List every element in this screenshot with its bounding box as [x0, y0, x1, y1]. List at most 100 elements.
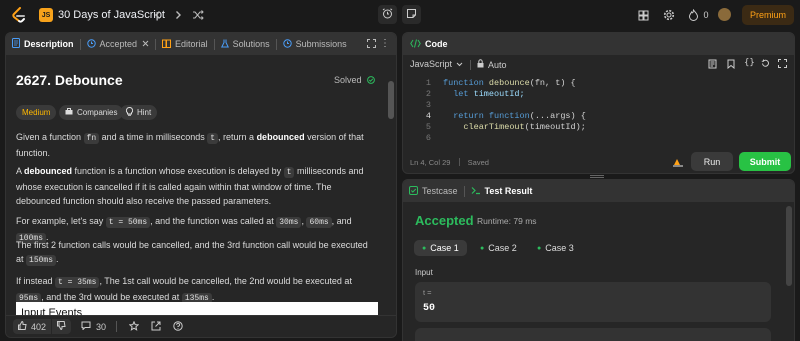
code-line: 6: [425, 133, 431, 143]
difficulty-badge: Medium: [16, 105, 57, 120]
description-paragraph-1: Given a function fn and a time in millis…: [16, 132, 364, 158]
notes-button[interactable]: [402, 5, 421, 24]
chevron-right-icon[interactable]: [170, 7, 186, 23]
input-section-label: Input: [415, 268, 433, 277]
companies-chip[interactable]: Companies: [59, 105, 124, 120]
js-badge: JS: [39, 8, 53, 22]
tab-editorial[interactable]: Editorial: [156, 33, 214, 55]
code-line: 2 let timeoutId;: [425, 89, 525, 99]
shuffle-icon[interactable]: [190, 7, 206, 23]
lock-icon: [477, 59, 484, 70]
description-paragraph-2: A debounced function is a function whose…: [16, 166, 364, 206]
tab-solutions[interactable]: Solutions: [215, 33, 276, 55]
code-line: 5 clearTimeout(timeoutId);: [425, 122, 586, 132]
book-icon: [162, 39, 172, 50]
case-tab-label: Case 3: [545, 243, 574, 253]
code-line: 4 return function(...args) {: [425, 111, 586, 121]
notes-toolbar-icon[interactable]: [708, 59, 717, 71]
tab-description-label: Description: [24, 39, 74, 49]
dislike-button[interactable]: [52, 319, 72, 334]
description-paragraph-4: The first 2 function calls would be canc…: [16, 240, 368, 266]
tab-test-result[interactable]: Test Result: [465, 180, 539, 202]
star-icon[interactable]: [128, 320, 140, 333]
chevron-left-icon[interactable]: [150, 7, 166, 23]
tab-accepted[interactable]: Accepted: [81, 33, 156, 55]
auto-mode-toggle[interactable]: Auto: [477, 59, 507, 70]
bookmark-icon[interactable]: [727, 59, 735, 71]
description-tab-bar: Description Accepted Editorial Solutions: [6, 33, 396, 55]
share-icon[interactable]: [151, 321, 161, 333]
streak-count: 0: [703, 10, 709, 20]
code-line: 3: [425, 100, 431, 110]
tab-submissions-label: Submissions: [295, 39, 347, 49]
checkbox-icon: [409, 185, 418, 197]
like-count: 402: [31, 321, 47, 332]
comments-button[interactable]: 30: [81, 321, 106, 332]
help-icon[interactable]: [173, 320, 183, 333]
close-icon[interactable]: [142, 39, 149, 49]
run-button[interactable]: Run: [691, 152, 733, 171]
hint-chip[interactable]: Hint: [120, 105, 158, 120]
avatar[interactable]: [718, 8, 731, 21]
expand-icon[interactable]: [367, 39, 376, 50]
runtime: Runtime: 79 ms: [477, 216, 537, 226]
case-tab-label: Case 1: [430, 243, 459, 253]
tab-submissions[interactable]: Submissions: [277, 33, 353, 55]
case-tab-1[interactable]: ● Case 1: [414, 240, 467, 256]
results-scrollbar[interactable]: [786, 206, 792, 286]
document-icon: [12, 38, 20, 50]
language-selector[interactable]: JavaScript: [410, 59, 463, 69]
timer-button[interactable]: [378, 5, 397, 24]
case-tab-3[interactable]: ● Case 3: [529, 240, 582, 256]
tab-testcase-label: Testcase: [422, 186, 458, 196]
code-line: 1 function debounce(fn, t) {: [425, 78, 576, 88]
reset-icon[interactable]: [761, 59, 770, 70]
panel-resize-handle[interactable]: [590, 175, 604, 178]
fullscreen-icon[interactable]: [778, 59, 787, 70]
thumbs-up-icon: [18, 320, 27, 332]
code-panel-title: Code: [425, 39, 448, 49]
thumbs-down-icon: [57, 321, 66, 332]
layout-grid-icon[interactable]: [636, 8, 650, 22]
like-button[interactable]: 402: [13, 319, 52, 334]
status-dot: ●: [537, 244, 542, 252]
footer-divider: [116, 321, 118, 332]
description-scrollbar[interactable]: [387, 57, 395, 327]
param-name: t =: [423, 288, 432, 297]
gear-icon[interactable]: [662, 8, 676, 22]
submit-button[interactable]: Submit: [739, 152, 791, 171]
comment-icon: [81, 321, 91, 332]
streak-flame-icon[interactable]: [686, 8, 700, 22]
language-label: JavaScript: [410, 59, 453, 69]
tab-testcase[interactable]: Testcase: [403, 180, 464, 202]
verdict: Accepted: [415, 213, 474, 228]
editor-toolbar: JavaScript Auto {}: [403, 55, 794, 75]
case-tab-label: Case 2: [488, 243, 517, 253]
scrollbar-thumb[interactable]: [388, 81, 394, 119]
tab-accepted-label: Accepted: [99, 39, 138, 49]
code-panel-header: Code: [403, 33, 794, 55]
description-content: 2627. Debounce Solved Medium Companies H…: [6, 56, 389, 337]
cursor-position: Ln 4, Col 29: [410, 158, 451, 167]
leetcode-logo-icon[interactable]: [11, 7, 27, 23]
result-tab-bar: Testcase Test Result: [403, 180, 794, 202]
status-dot: ●: [422, 244, 427, 252]
top-bar: JS 30 Days of JavaScript 0 Premium: [0, 0, 800, 30]
briefcase-icon: [65, 108, 73, 117]
braces-icon[interactable]: {}: [744, 58, 755, 68]
description-footer: 402 30: [6, 315, 396, 337]
problem-list-title[interactable]: 30 Days of JavaScript: [58, 9, 165, 21]
solved-status: Solved: [334, 75, 375, 85]
chevron-down-icon: [456, 59, 463, 69]
history-icon: [282, 38, 292, 50]
premium-button[interactable]: Premium: [742, 5, 794, 25]
param-value: 50: [423, 303, 436, 314]
case-tab-2[interactable]: ● Case 2: [472, 240, 525, 256]
code-editor[interactable]: 1 function debounce(fn, t) { 2 let timeou…: [403, 76, 794, 151]
terminal-icon: [471, 186, 481, 197]
tab-description[interactable]: Description: [6, 33, 80, 55]
solved-label: Solved: [333, 75, 362, 85]
run-extra-icon[interactable]: [672, 155, 684, 173]
more-options-icon[interactable]: ⋮: [380, 38, 390, 49]
tab-solutions-label: Solutions: [232, 39, 270, 49]
